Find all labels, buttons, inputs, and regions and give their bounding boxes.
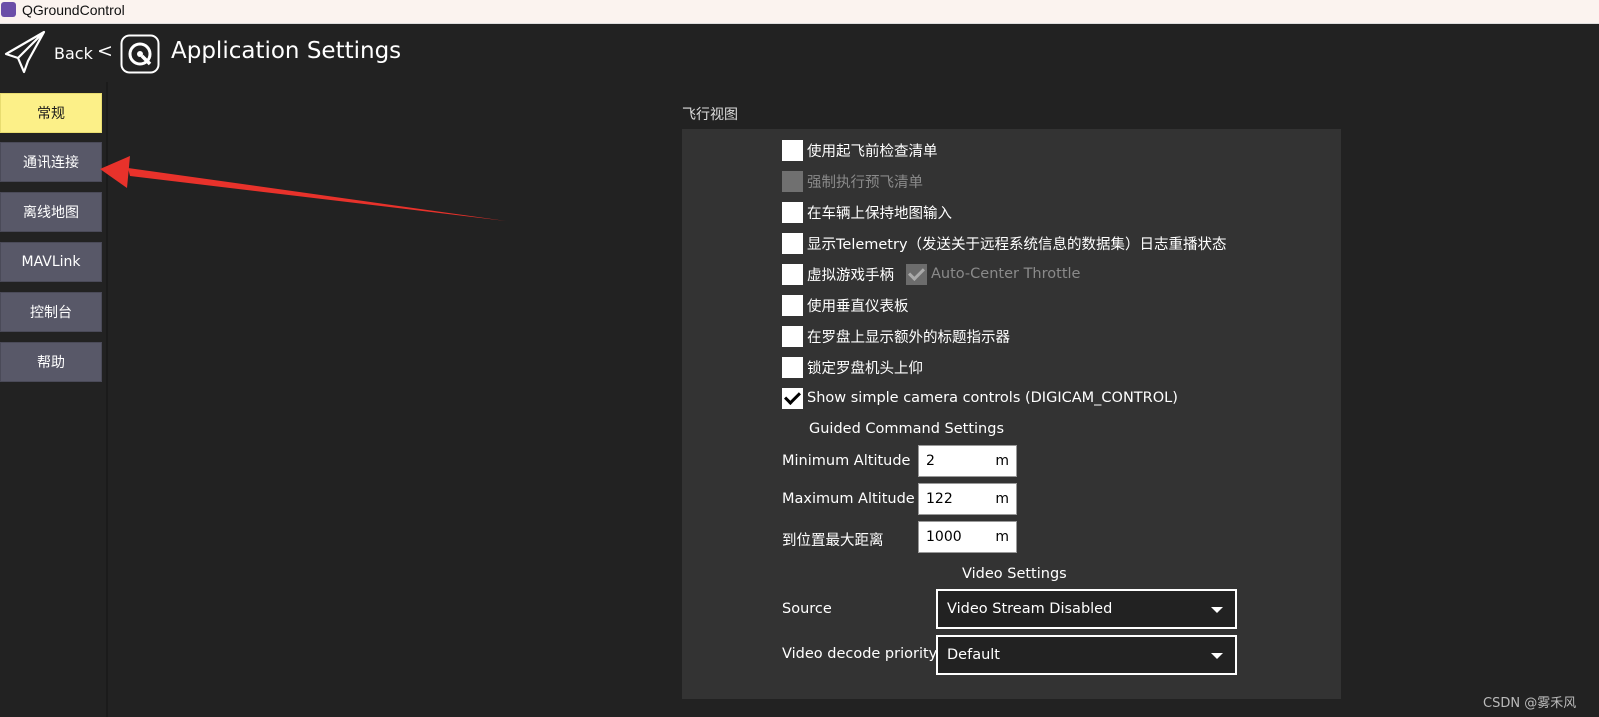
- fly-view-section-title: 飞行视图: [682, 107, 738, 123]
- checkbox-vertical-instrument-panel[interactable]: [782, 294, 803, 316]
- video-source-select[interactable]: Video Stream Disabled: [936, 589, 1237, 629]
- video-source-value: Video Stream Disabled: [947, 601, 1113, 617]
- nav-offline-maps[interactable]: 离线地图: [0, 192, 102, 232]
- checkbox-label: 使用起飞前检查清单: [807, 143, 938, 160]
- nav-mavlink[interactable]: MAVLink: [0, 242, 102, 282]
- nav-console[interactable]: 控制台: [0, 292, 102, 332]
- nav-comm-links[interactable]: 通讯连接: [0, 142, 102, 182]
- checkbox-keep-map-centered[interactable]: [782, 201, 803, 223]
- video-settings-title: Video Settings: [962, 566, 1067, 582]
- min-altitude-label: Minimum Altitude: [782, 453, 911, 469]
- video-decode-select[interactable]: Default: [936, 635, 1237, 675]
- checkbox-enforce-checklist: [782, 170, 803, 192]
- checkbox-row: 强制执行预飞清单: [782, 169, 923, 193]
- checkbox-telemetry-replay[interactable]: [782, 232, 803, 254]
- checkbox-lock-compass-nose-up[interactable]: [782, 356, 803, 378]
- video-decode-label: Video decode priority: [782, 646, 938, 662]
- checkbox-row[interactable]: 在罗盘上显示额外的标题指示器: [782, 324, 1010, 348]
- checkbox-row[interactable]: 显示Telemetry（发送关于远程系统信息的数据集）日志重播状态: [782, 231, 1227, 255]
- video-source-label: Source: [782, 601, 832, 617]
- max-distance-input[interactable]: 1000 m: [918, 521, 1017, 553]
- nav-general[interactable]: 常规: [0, 93, 102, 133]
- qgc-logo-icon: [120, 34, 160, 74]
- checkbox-preflight-checklist[interactable]: [782, 139, 803, 161]
- checkbox-label: 锁定罗盘机头上仰: [807, 360, 923, 377]
- back-button[interactable]: Back: [54, 44, 93, 63]
- checkbox-row[interactable]: 使用垂直仪表板: [782, 293, 909, 317]
- nav-help[interactable]: 帮助: [0, 342, 102, 382]
- checkbox-label: 在车辆上保持地图输入: [807, 205, 952, 222]
- checkbox-row[interactable]: 在车辆上保持地图输入: [782, 200, 952, 224]
- checkbox-auto-center-throttle: [906, 263, 927, 285]
- paper-plane-icon[interactable]: [4, 30, 46, 74]
- max-altitude-input[interactable]: 122 m: [918, 483, 1017, 515]
- max-altitude-label: Maximum Altitude: [782, 491, 915, 507]
- checkbox-row[interactable]: 锁定罗盘机头上仰: [782, 355, 923, 379]
- max-altitude-unit: m: [995, 491, 1009, 507]
- checkbox-label: 显示Telemetry（发送关于远程系统信息的数据集）日志重播状态: [807, 236, 1227, 253]
- max-distance-unit: m: [995, 529, 1009, 545]
- checkbox-label: Show simple camera controls (DIGICAM_CON…: [807, 390, 1178, 406]
- chevron-down-icon: [1211, 653, 1223, 659]
- max-altitude-value: 122: [926, 491, 953, 507]
- checkbox-label: 使用垂直仪表板: [807, 298, 909, 315]
- chevron-down-icon: [1211, 607, 1223, 613]
- page-title: Application Settings: [171, 38, 402, 64]
- checkbox-extra-heading-indicators[interactable]: [782, 325, 803, 347]
- settings-sidebar: 常规 通讯连接 离线地图 MAVLink 控制台 帮助: [0, 82, 108, 717]
- checkbox-label: 在罗盘上显示额外的标题指示器: [807, 329, 1010, 346]
- window-titlebar: QGroundControl: [0, 0, 1599, 24]
- checkbox-label: 强制执行预飞清单: [807, 174, 923, 191]
- checkbox-simple-camera-controls[interactable]: [782, 387, 803, 409]
- fly-view-panel: 使用起飞前检查清单 强制执行预飞清单 在车辆上保持地图输入 显示Telemetr…: [682, 129, 1341, 699]
- checkbox-virtual-joystick[interactable]: [782, 263, 803, 285]
- checkbox-label: Auto-Center Throttle: [931, 266, 1081, 282]
- back-separator: <: [97, 40, 113, 62]
- max-distance-value: 1000: [926, 529, 962, 545]
- checkbox-row[interactable]: 虚拟游戏手柄 Auto-Center Throttle: [782, 262, 1080, 286]
- video-decode-value: Default: [947, 647, 1000, 663]
- min-altitude-value: 2: [926, 453, 935, 469]
- guided-settings-title: Guided Command Settings: [809, 421, 1004, 437]
- checkbox-row[interactable]: 使用起飞前检查清单: [782, 138, 938, 162]
- checkbox-row[interactable]: Show simple camera controls (DIGICAM_CON…: [782, 386, 1178, 410]
- app-header: Back < Application Settings: [0, 24, 1599, 82]
- window-title: QGroundControl: [22, 2, 125, 18]
- min-altitude-input[interactable]: 2 m: [918, 445, 1017, 477]
- min-altitude-unit: m: [995, 453, 1009, 469]
- checkbox-label: 虚拟游戏手柄: [807, 267, 894, 284]
- max-distance-label: 到位置最大距离: [782, 533, 884, 549]
- csdn-watermark: CSDN @雾禾风: [1483, 696, 1577, 711]
- qgc-app-icon: [1, 2, 16, 17]
